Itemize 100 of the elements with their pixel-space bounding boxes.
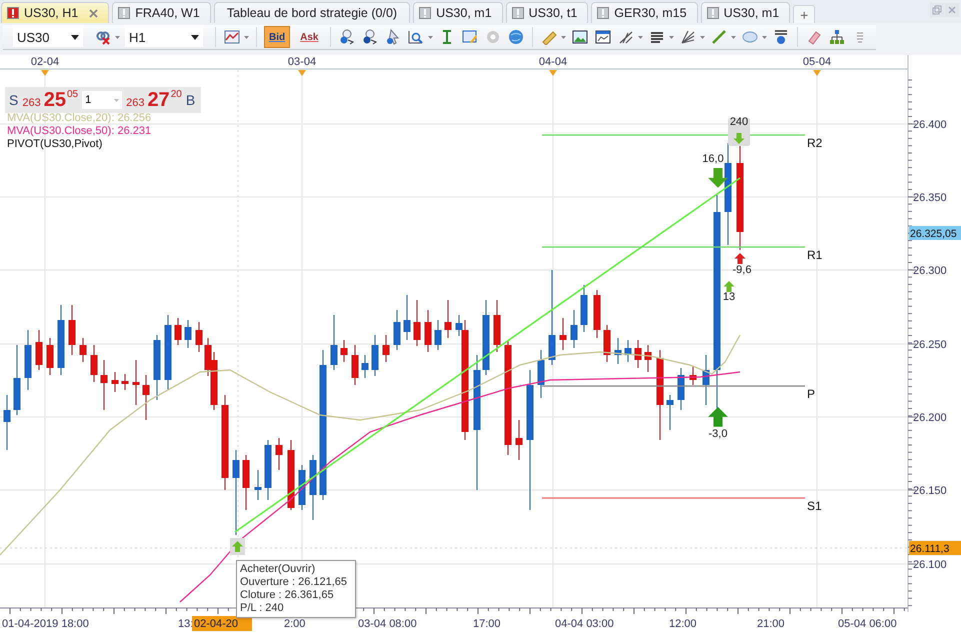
price-label: 26.250	[913, 339, 947, 351]
up-arrow-icon[interactable]	[734, 253, 746, 264]
up-arrow-icon[interactable]	[724, 281, 734, 292]
bid-button[interactable]: Bid	[264, 26, 290, 48]
candle	[494, 300, 500, 352]
candle	[362, 354, 368, 378]
restore-icon[interactable]	[930, 3, 944, 17]
chart-tab[interactable]: GER30, m15	[591, 2, 698, 23]
date-label: 02-04	[30, 56, 60, 68]
candle	[90, 344, 98, 382]
window-icon	[7, 7, 19, 19]
candle	[594, 290, 600, 338]
window-icon	[118, 7, 130, 19]
pivot-label: R2	[807, 136, 822, 150]
chart-tab[interactable]: US30, t1	[506, 2, 588, 23]
price-tag-label: 26.325,05	[910, 228, 957, 240]
indicator-label: MVA(US30.Close,20): 26.256	[7, 112, 152, 125]
chart-tab[interactable]: Tableau de bord strategie (0/0)	[214, 2, 410, 23]
candle	[690, 366, 696, 386]
date-label: 05-04	[802, 56, 832, 68]
price-label: 26.350	[913, 192, 947, 204]
candle	[570, 310, 578, 348]
time-label: 12:00	[669, 618, 697, 630]
trade-result-label: 16,0	[702, 153, 724, 165]
close-icon[interactable]	[89, 8, 98, 18]
chart-tab[interactable]: FRA40, W1	[112, 2, 211, 23]
date-label: 03-04	[288, 56, 316, 68]
buy-label: B	[186, 92, 196, 108]
pencil-icon[interactable]	[710, 28, 728, 46]
candle	[14, 344, 20, 416]
sell-label: S	[9, 92, 18, 108]
candle	[424, 310, 432, 352]
zoom-in-icon[interactable]	[338, 28, 356, 46]
date-label: 04-04	[538, 56, 568, 68]
candle	[580, 284, 588, 332]
candle	[36, 330, 42, 370]
chart-tab[interactable]: US30, m1	[413, 2, 503, 23]
candle	[624, 340, 632, 362]
candle	[352, 344, 358, 386]
hierarchy-icon[interactable]	[828, 28, 846, 46]
quantity-field[interactable]: 1	[82, 91, 122, 109]
candle	[516, 420, 522, 460]
candle	[444, 300, 452, 338]
candle	[560, 318, 566, 350]
candle	[330, 314, 338, 370]
candle	[154, 334, 160, 400]
price-label: 26.150	[913, 485, 947, 497]
candle	[24, 330, 32, 390]
candle	[132, 360, 140, 406]
caret-icon[interactable]	[71, 34, 79, 40]
candle	[604, 324, 610, 362]
up-arrow-icon[interactable]	[708, 407, 728, 427]
candle	[644, 344, 652, 372]
candle	[184, 320, 192, 348]
candle	[58, 304, 64, 376]
candle	[242, 454, 250, 510]
symbol-dropdown[interactable]: US30	[13, 27, 83, 47]
zoom-box-icon[interactable]	[407, 28, 426, 46]
ask-button[interactable]: Ask	[295, 26, 324, 48]
chart-tab[interactable]: US30, H1	[1, 2, 110, 23]
date-marker-icon	[549, 70, 557, 76]
time-label: 2:00	[284, 618, 306, 630]
chart-tab[interactable]: US30, m1	[700, 2, 790, 23]
tooltip-line: Acheter(Ouvrir)	[240, 563, 316, 576]
candle	[634, 340, 642, 368]
buy-price-button[interactable]: 263 27$^{20}$	[126, 88, 182, 112]
candle	[372, 334, 378, 376]
candle	[46, 338, 54, 376]
candle	[394, 310, 400, 350]
date-marker-icon	[298, 70, 306, 76]
date-marker-icon	[813, 70, 821, 76]
price-label: 26.400	[913, 119, 947, 131]
date-marker-icon	[41, 70, 49, 76]
close-icon[interactable]	[945, 3, 959, 17]
picture-icon[interactable]	[571, 28, 590, 46]
candle	[254, 470, 262, 500]
caret-icon[interactable]	[191, 34, 199, 40]
tooltip-line: Cloture : 26.361,65	[240, 589, 335, 602]
candle	[122, 374, 128, 390]
tooltip-line: Ouverture : 26.121,65	[240, 576, 348, 589]
sell-price-button[interactable]: 263 25$^{05}$	[22, 88, 78, 112]
trade-result-label: -3,0	[708, 428, 728, 440]
pivot-label: R1	[807, 248, 822, 262]
add-tab-button[interactable]: +	[793, 5, 816, 23]
time-label: 03-04 08:00	[358, 618, 417, 630]
window-icon[interactable]	[594, 28, 612, 46]
window-edit-icon[interactable]	[461, 28, 480, 46]
cursor-time-label: 02-04-20	[192, 616, 252, 631]
down-arrow-icon[interactable]	[708, 168, 728, 188]
candle	[100, 360, 108, 410]
trade-result-label: -9,6	[732, 264, 752, 276]
chart-type-icon[interactable]	[223, 28, 241, 46]
time-label: 13:	[178, 618, 194, 630]
candle	[434, 320, 442, 350]
candle	[614, 338, 622, 364]
globe-icon[interactable]	[507, 28, 526, 46]
zoom-out-icon[interactable]	[361, 28, 380, 46]
timeframe-dropdown[interactable]: H1	[125, 27, 203, 47]
trade-result-label: 240	[730, 116, 748, 128]
price-tag-label: 26.111,3	[910, 543, 950, 555]
